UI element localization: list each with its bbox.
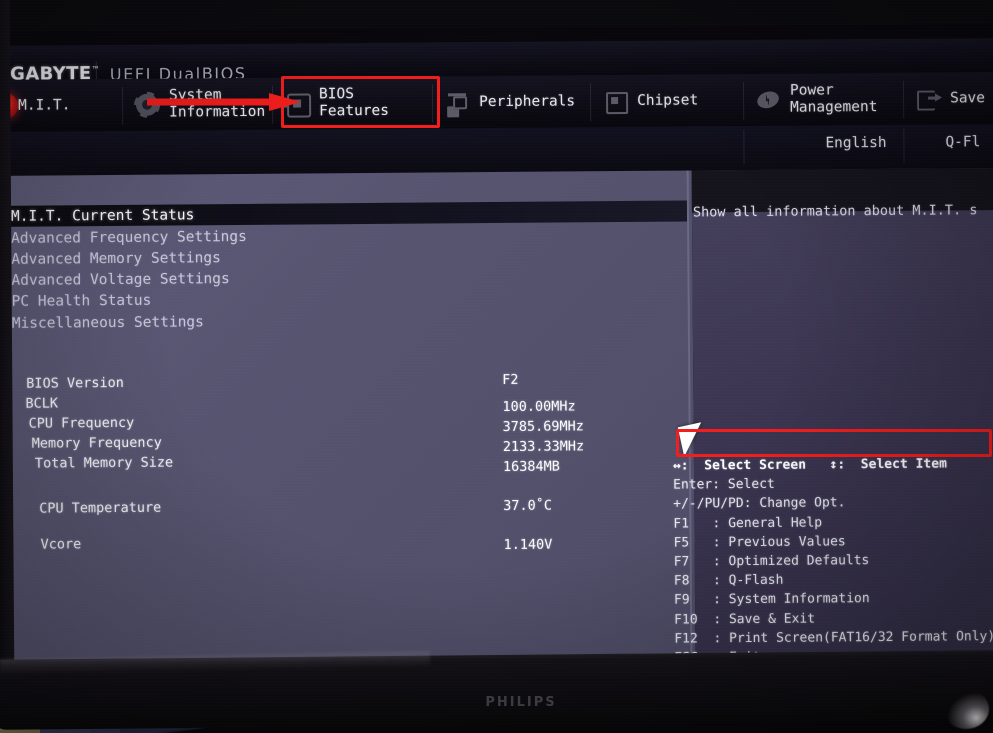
info-value-cpu-frequency: 3785.69MHz	[502, 418, 584, 435]
tab-chipset-label: Chipset	[637, 91, 699, 109]
corner-light-reflection	[943, 689, 989, 729]
chipset-icon	[602, 88, 629, 115]
menu-item-label: M.I.T. Current Status	[10, 206, 195, 225]
info-key-total-memory-size: Total Memory Size	[34, 454, 174, 472]
info-value-memory-frequency: 2133.33MHz	[502, 438, 585, 455]
tab-chipset[interactable]: Chipset	[594, 74, 742, 127]
monitor-photo: GIGABYTE™ UEFI DualBIOS M.I.T. System In…	[0, 0, 993, 733]
menu-item-label: Miscellaneous Settings	[11, 313, 204, 332]
legend-row-f9-system-information: F9 : System Information	[673, 591, 870, 608]
legend-row-f8-q-flash: F8 : Q-Flash	[673, 572, 784, 589]
legend-row-select-screen: ↔: Select Screen ↕: Select Item	[672, 456, 947, 474]
info-key-bclk: BCLK	[25, 395, 59, 412]
menu-item-label: Advanced Voltage Settings	[11, 270, 230, 289]
info-key-vcore: Vcore	[40, 536, 82, 553]
tab-power-management-label: Power Management	[789, 82, 878, 116]
info-value-total-memory-size: 16384MB	[502, 458, 560, 475]
info-key-memory-frequency: Memory Frequency	[31, 434, 162, 452]
info-key-cpu-temperature: CPU Temperature	[39, 499, 162, 517]
info-value-cpu-temperature: 37.0˚C	[503, 497, 553, 514]
tab-peripherals[interactable]: Peripherals	[436, 75, 589, 128]
tab-power-management[interactable]: Power Management	[747, 73, 902, 126]
legend-row-f7-optimized-defaults: F7 : Optimized Defaults	[673, 553, 870, 570]
menu-item-label: Advanced Frequency Settings	[11, 228, 247, 247]
language-selector[interactable]: English	[825, 135, 886, 151]
info-key-bios-version: BIOS Version	[26, 374, 124, 392]
tab-system-information[interactable]: System Information	[126, 78, 272, 131]
tab-bios-features[interactable]: BIOS Features	[276, 77, 431, 130]
info-value-bios-version: F2	[502, 371, 519, 388]
trademark-mark: ™	[91, 65, 100, 75]
q-flash-button[interactable]: Q-Fl	[945, 134, 980, 150]
help-description: Show all information about M.I.T. s	[692, 202, 978, 221]
legend-row-change-opt: +/-/PU/PD: Change Opt.	[673, 495, 846, 512]
gear-icon	[134, 92, 160, 118]
tab-mit[interactable]: M.I.T.	[0, 79, 122, 132]
legend-row-f12-print-screen: F12 : Print Screen(FAT16/32 Format Only)	[674, 628, 993, 647]
tab-peripherals-label: Peripherals	[479, 92, 576, 110]
tab-save-exit-label: Save	[949, 89, 986, 106]
info-value-vcore: 1.140V	[503, 536, 553, 553]
tab-save-exit[interactable]: Save	[907, 72, 993, 125]
bios-screen: GIGABYTE™ UEFI DualBIOS M.I.T. System In…	[0, 24, 993, 669]
legend-row-f1-general-help: F1 : General Help	[673, 515, 823, 532]
peripherals-icon	[444, 89, 470, 115]
key-legend: ↔: Select Screen ↕: Select Item Enter: S…	[673, 456, 993, 669]
tab-system-information-label: System Information	[168, 87, 266, 121]
info-key-cpu-frequency: CPU Frequency	[28, 414, 135, 432]
menu-item-label: Advanced Memory Settings	[11, 249, 221, 268]
save-exit-icon	[915, 85, 941, 111]
bios-chip-icon	[284, 90, 312, 118]
power-bolt-icon	[755, 87, 782, 113]
legend-row-enter-select: Enter: Select	[673, 477, 775, 493]
legend-row-f5-previous-values: F5 : Previous Values	[673, 534, 846, 551]
info-value-bclk: 100.00MHz	[502, 398, 576, 415]
legend-row-f10-save-exit: F10 : Save & Exit	[674, 611, 816, 628]
tab-mit-label: M.I.T.	[18, 96, 71, 114]
menu-item-label: PC Health Status	[11, 292, 152, 310]
tab-bios-features-label: BIOS Features	[318, 86, 390, 120]
monitor-brand-label: PHILIPS	[485, 695, 557, 710]
